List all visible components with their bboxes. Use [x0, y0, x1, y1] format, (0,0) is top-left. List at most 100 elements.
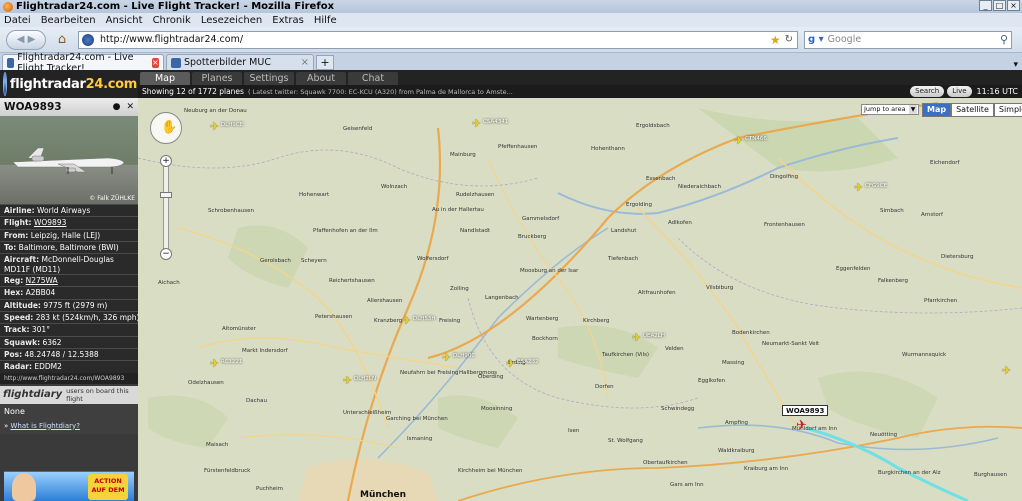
- tab-flightradar[interactable]: Flightradar24.com - Live Flight Tracker!…: [2, 52, 164, 74]
- close-window-button[interactable]: ×: [1007, 0, 1020, 11]
- map-type-map[interactable]: Map: [922, 103, 952, 117]
- jump-to-area-select[interactable]: Jump to area ▼: [861, 104, 919, 115]
- home-icon[interactable]: ⌂: [54, 32, 70, 48]
- flight-link[interactable]: WO9893: [34, 218, 66, 227]
- search-button[interactable]: Search: [910, 86, 945, 97]
- flight-header: WOA9893 ● ✕: [0, 98, 138, 116]
- new-tab-button[interactable]: +: [316, 55, 334, 70]
- map-type-simple[interactable]: Simple: [993, 103, 1022, 117]
- back-forward-button[interactable]: ◀ ▶: [6, 29, 46, 50]
- live-button[interactable]: Live: [947, 86, 972, 97]
- plane-icon[interactable]: ✈: [472, 117, 481, 130]
- map-place-label: Waldkraiburg: [718, 448, 755, 454]
- pan-control[interactable]: ✋: [150, 112, 182, 144]
- tab-list-chevron-icon[interactable]: ▾: [1013, 60, 1018, 70]
- selected-flight-label[interactable]: WOA9893: [782, 405, 829, 416]
- zoom-out-button[interactable]: −: [160, 248, 172, 260]
- map-place-label: Moosburg an der Isar: [520, 268, 579, 274]
- plane-icon[interactable]: ✈: [734, 134, 743, 147]
- tab-planes[interactable]: Planes: [192, 72, 242, 85]
- latest-twitter[interactable]: ( Latest twitter: Squawk 7700: EC-KCU (A…: [248, 88, 513, 96]
- search-icon[interactable]: ⚲: [1000, 33, 1008, 46]
- menu-hilfe[interactable]: Hilfe: [314, 15, 337, 26]
- flightdiary-logo[interactable]: flightdiary: [3, 389, 62, 400]
- map-place-label: Kranzberg: [374, 318, 403, 324]
- map-place-label: Mainburg: [450, 152, 476, 158]
- zoom-slider-knob[interactable]: [160, 192, 172, 198]
- plane-icon[interactable]: ✈: [343, 374, 352, 387]
- plane-callsign[interactable]: CFG9CE: [865, 183, 887, 189]
- menu-chronik[interactable]: Chronik: [153, 15, 191, 26]
- google-engine-icon[interactable]: g ▾: [808, 34, 824, 45]
- map-place-label: Isen: [568, 428, 580, 434]
- reload-icon[interactable]: ↻: [785, 34, 793, 45]
- chevron-down-icon: ▼: [909, 105, 917, 114]
- map-type-satellite[interactable]: Satellite: [951, 103, 994, 117]
- tab-about[interactable]: About: [296, 72, 346, 85]
- tab-chat[interactable]: Chat: [348, 72, 398, 85]
- url-bar[interactable]: http://www.flightradar24.com/ ★ ↻: [78, 30, 798, 49]
- map-place-label: Dachau: [246, 398, 267, 404]
- close-tab-icon[interactable]: ×: [301, 57, 309, 68]
- selected-plane-icon[interactable]: ✈: [796, 418, 807, 433]
- plane-callsign[interactable]: CTN466: [745, 136, 767, 142]
- plane-callsign[interactable]: DLH2LN: [354, 376, 376, 382]
- map-place-label: Wartenberg: [526, 316, 559, 322]
- map-place-label: Dingolfing: [770, 174, 799, 180]
- reg-link[interactable]: N275WA: [26, 276, 58, 285]
- map-place-label: Niederaichbach: [678, 184, 721, 190]
- back-arrow-icon: ◀ ▶: [16, 33, 36, 45]
- maximize-button[interactable]: □: [993, 0, 1006, 11]
- zoom-in-button[interactable]: +: [160, 155, 172, 167]
- plane-callsign[interactable]: RC1221: [221, 359, 242, 365]
- plane-callsign[interactable]: CSA4341: [483, 119, 508, 125]
- flight-url[interactable]: http://www.flightradar24.com/WOA9893: [0, 372, 138, 384]
- plane-callsign[interactable]: UEA2LH: [643, 333, 665, 339]
- flight-info: Airline: World Airways Flight: WO9893 Fr…: [0, 204, 138, 373]
- plane-icon[interactable]: ✈: [402, 314, 411, 327]
- menu-bearbeiten[interactable]: Bearbeiten: [41, 15, 96, 26]
- zoom-slider-track[interactable]: [163, 156, 169, 256]
- tab-settings[interactable]: Settings: [244, 72, 294, 85]
- close-tab-icon[interactable]: ×: [151, 57, 159, 68]
- plane-callsign[interactable]: BSA232: [517, 359, 539, 365]
- tab-label: Spotterbilder MUC: [184, 57, 271, 68]
- menu-lesezeichen[interactable]: Lesezeichen: [201, 15, 262, 26]
- search-bar[interactable]: g ▾ Google ⚲: [804, 30, 1012, 49]
- menu-ansicht[interactable]: Ansicht: [106, 15, 143, 26]
- map-place-label: Freising: [439, 318, 461, 324]
- plane-icon[interactable]: ✈: [1002, 364, 1011, 377]
- map-view[interactable]: Neuburg an der Donau Geisenfeld Mainburg Pf…: [138, 98, 1022, 501]
- url-text[interactable]: http://www.flightradar24.com/: [100, 34, 243, 45]
- aircraft-photo[interactable]: © Falk ZÜHLKE: [0, 116, 138, 204]
- map-place-label: Kirchheim bei München: [458, 468, 523, 474]
- map-place-label: Moosinning: [481, 406, 513, 412]
- ad-banner[interactable]: ACTION AUF DEM: [4, 471, 134, 501]
- pin-icon[interactable]: ●: [113, 102, 121, 112]
- info-radar: Radar: EDDM2: [0, 360, 138, 372]
- site-logo[interactable]: flightradar24.com: [3, 71, 137, 97]
- plane-icon[interactable]: ✈: [632, 331, 641, 344]
- plane-icon[interactable]: ✈: [210, 357, 219, 370]
- site-identity-icon[interactable]: [82, 33, 94, 46]
- menu-datei[interactable]: Datei: [4, 15, 31, 26]
- map-place-label: Altfraunhofen: [638, 290, 676, 296]
- bookmark-star-icon[interactable]: ★: [770, 33, 781, 47]
- plane-icon[interactable]: ✈: [506, 357, 515, 370]
- plane-callsign[interactable]: DLH53H: [413, 316, 436, 322]
- plane-icon[interactable]: ✈: [854, 181, 863, 194]
- map-place-label: Maisach: [206, 442, 229, 448]
- menu-extras[interactable]: Extras: [272, 15, 304, 26]
- flight-panel: WOA9893 ● ✕ © Falk ZÜHLKE Airline: World…: [0, 98, 138, 501]
- plane-callsign[interactable]: DLH90C: [453, 353, 475, 359]
- plane-callsign[interactable]: DLH9CE: [221, 122, 243, 128]
- search-placeholder[interactable]: Google: [828, 34, 862, 45]
- plane-icon[interactable]: ✈: [442, 351, 451, 364]
- map-place-label: Adlkofen: [668, 220, 692, 226]
- info-altitude: Altitude: 9775 ft (2979 m): [0, 298, 138, 311]
- tab-spotterbilder[interactable]: Spotterbilder MUC ×: [166, 54, 314, 70]
- tab-map[interactable]: Map: [140, 72, 190, 85]
- plane-icon[interactable]: ✈: [210, 120, 219, 133]
- minimize-button[interactable]: _: [979, 0, 992, 11]
- close-panel-icon[interactable]: ✕: [126, 102, 134, 112]
